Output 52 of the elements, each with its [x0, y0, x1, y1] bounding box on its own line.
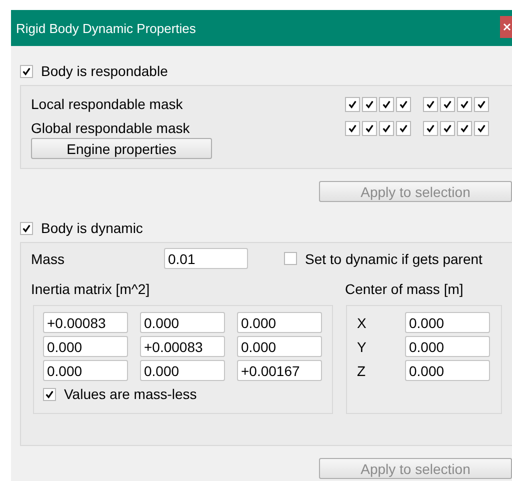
checkbox[interactable] [440, 96, 455, 112]
coordinate-field[interactable]: 0.000 [405, 312, 490, 333]
mass-label: Mass [31, 250, 66, 266]
checkbox[interactable] [457, 96, 472, 112]
checkbox-label: Set to dynamic if gets parent [305, 250, 482, 266]
mask-label: Local respondable mask [31, 96, 184, 112]
window-title: Rigid Body Dynamic Properties [16, 20, 196, 36]
axis-label: Z [357, 362, 367, 378]
checkbox[interactable] [457, 120, 472, 136]
matrix-field[interactable]: +0.00083 [43, 312, 128, 333]
checkbox[interactable] [396, 96, 411, 112]
checkbox[interactable] [345, 120, 360, 136]
engine-properties-button[interactable]: Engine properties [31, 138, 212, 159]
checkbox[interactable] [284, 252, 297, 265]
checkbox[interactable] [20, 64, 33, 78]
check-icon [45, 390, 54, 398]
axis-label: X [357, 314, 368, 330]
close-icon [503, 23, 511, 31]
matrix-field[interactable]: 0.000 [43, 336, 128, 357]
section-label: Center of mass [m] [345, 281, 464, 299]
checkbox[interactable] [440, 120, 455, 136]
coordinate-field[interactable]: 0.000 [405, 360, 490, 381]
checkbox-label: Body is respondable [41, 63, 168, 79]
checkbox[interactable] [43, 388, 56, 400]
checkbox[interactable] [379, 96, 394, 112]
matrix-field[interactable]: 0.000 [237, 312, 322, 333]
matrix-field[interactable]: 0.000 [237, 336, 322, 357]
checkbox[interactable] [423, 120, 438, 136]
close-button[interactable] [500, 16, 512, 38]
checkbox[interactable] [474, 120, 489, 136]
matrix-field[interactable]: +0.00083 [140, 336, 225, 357]
checkbox[interactable] [396, 120, 411, 136]
matrix-field[interactable]: 0.000 [43, 360, 128, 381]
checkbox-label: Body is dynamic [41, 220, 143, 236]
check-icon [22, 224, 31, 232]
check-icon [22, 66, 31, 76]
checkbox[interactable] [20, 222, 33, 234]
matrix-field[interactable]: 0.000 [140, 360, 225, 381]
axis-label: Y [357, 338, 368, 354]
mass-field[interactable]: 0.01 [164, 248, 248, 269]
section-label: Inertia matrix [m^2] [31, 281, 151, 299]
checkbox[interactable] [362, 96, 377, 112]
coordinate-field[interactable]: 0.000 [405, 336, 490, 357]
checkbox[interactable] [423, 96, 438, 112]
checkbox[interactable] [362, 120, 377, 136]
checkbox[interactable] [345, 96, 360, 112]
matrix-field[interactable]: +0.00167 [237, 360, 322, 381]
checkbox[interactable] [379, 120, 394, 136]
mask-label: Global respondable mask [31, 120, 191, 136]
checkbox-label: Values are mass-less [64, 386, 197, 402]
checkbox[interactable] [474, 96, 489, 112]
matrix-field[interactable]: 0.000 [140, 312, 225, 333]
